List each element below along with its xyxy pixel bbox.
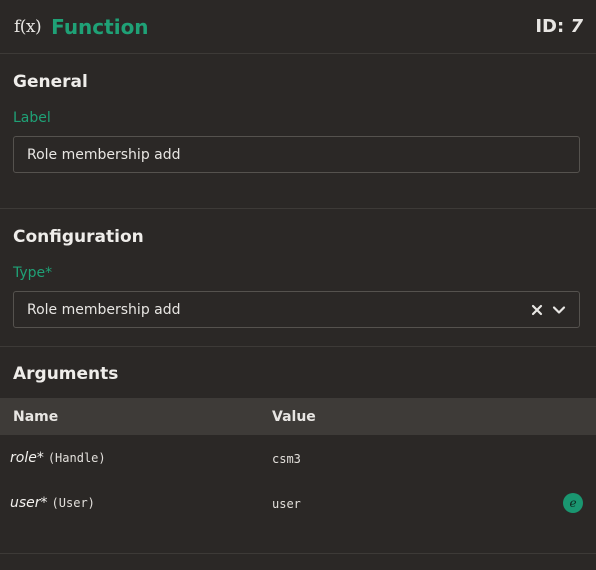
label-input-value: Role membership add	[27, 146, 181, 163]
general-section-title: General	[13, 72, 88, 92]
id-display: ID: 7	[535, 16, 583, 37]
configuration-section-title: Configuration	[13, 227, 144, 247]
arguments-section-title: Arguments	[13, 364, 119, 384]
column-header-name: Name	[13, 408, 59, 425]
table-row[interactable]: user* (User) user e	[0, 480, 596, 525]
configuration-section: Configuration Type* Role membership add	[0, 209, 596, 347]
panel-header: f(x) Function ID: 7	[0, 0, 596, 54]
chevron-down-icon[interactable]	[552, 303, 566, 317]
argument-type: (Handle)	[47, 450, 106, 465]
arguments-table-header: Name Value	[0, 398, 596, 435]
column-header-value: Value	[272, 408, 316, 425]
type-select[interactable]: Role membership add	[13, 291, 580, 328]
clear-icon[interactable]	[530, 303, 544, 317]
type-field-label: Type*	[13, 265, 53, 281]
general-section: General Label Role membership add	[0, 54, 596, 209]
id-prefix: ID:	[535, 16, 571, 37]
label-input[interactable]: Role membership add	[13, 136, 580, 173]
panel-title: Function	[51, 14, 149, 39]
expression-icon[interactable]: e	[563, 493, 583, 513]
argument-name: user*	[10, 494, 48, 511]
arguments-section: Arguments Name Value role* (Handle) csm3 …	[0, 347, 596, 554]
table-row[interactable]: role* (Handle) csm3	[0, 435, 596, 480]
type-select-value: Role membership add	[27, 301, 181, 318]
argument-value: csm3	[272, 452, 301, 466]
id-value: 7	[570, 16, 583, 37]
argument-type: (User)	[51, 495, 95, 510]
argument-name: role*	[10, 449, 44, 466]
function-icon: f(x)	[14, 16, 42, 37]
label-field-label: Label	[13, 110, 51, 126]
argument-value: user	[272, 497, 301, 511]
